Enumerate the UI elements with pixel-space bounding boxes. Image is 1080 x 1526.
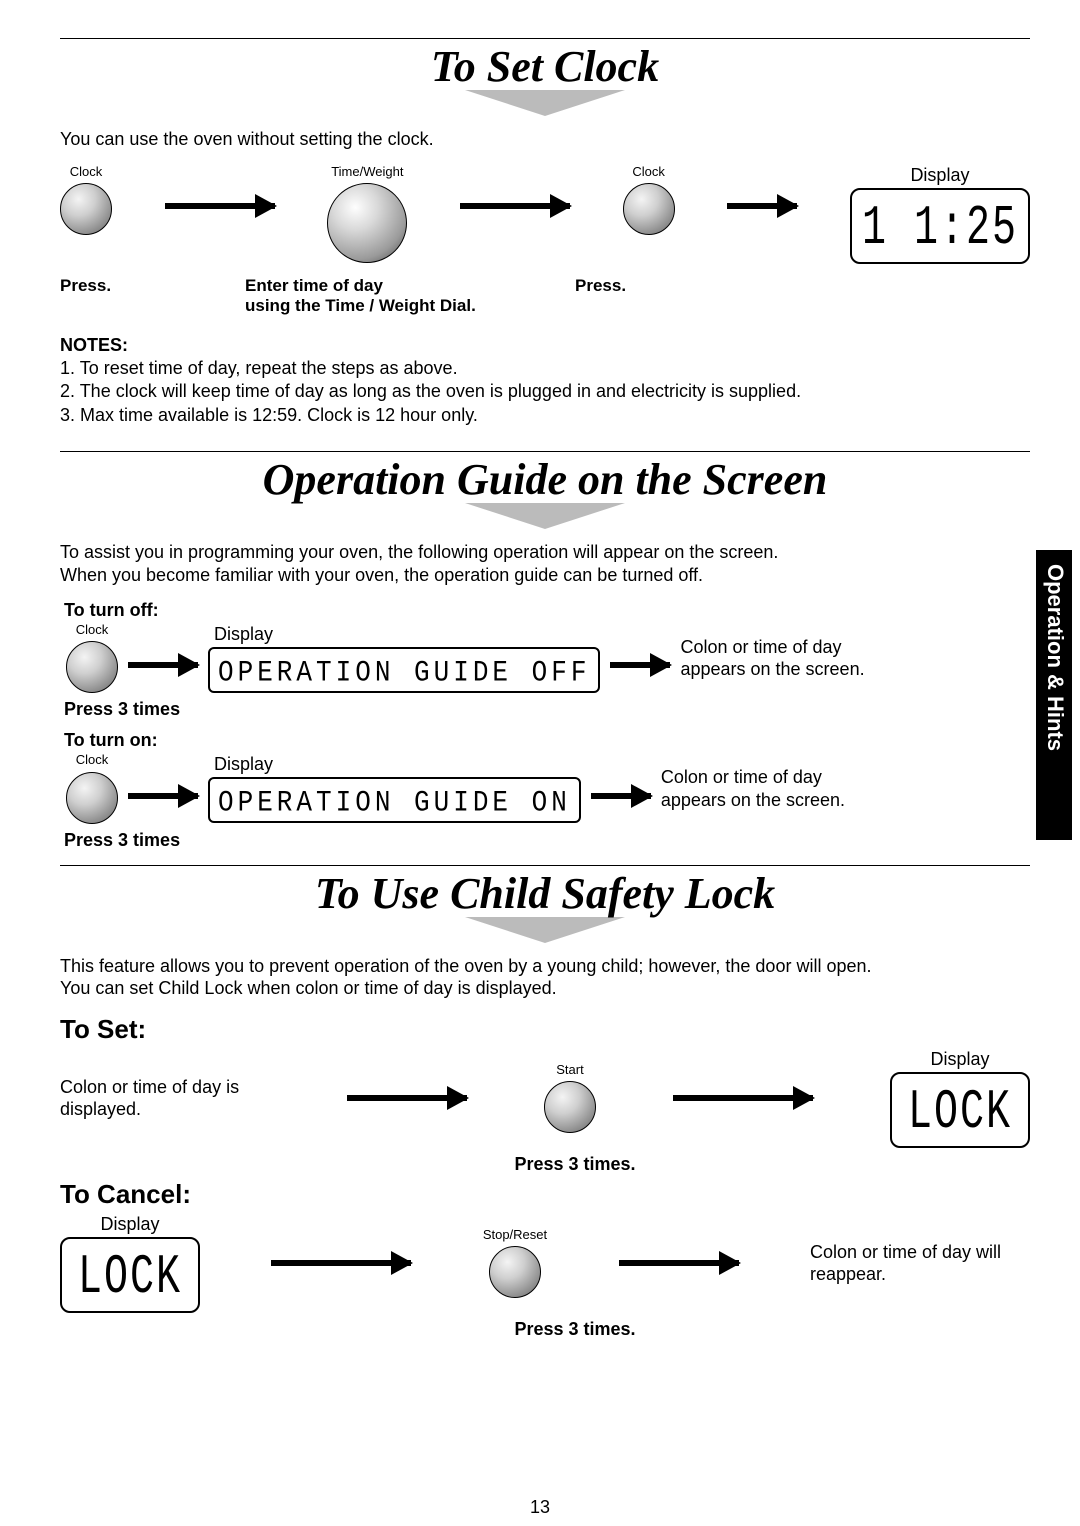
section-header-childlock: To Use Child Safety Lock xyxy=(60,866,1030,943)
chevron-down-icon xyxy=(465,503,625,529)
section-header-clock: To Set Clock xyxy=(60,39,1030,116)
to-set-heading: To Set: xyxy=(60,1014,1030,1045)
note-line: 1. To reset time of day, repeat the step… xyxy=(60,358,458,378)
notes-label: NOTES: xyxy=(60,335,128,355)
opguide-off-caption: Press 3 times xyxy=(64,699,1030,720)
arrow-right-icon xyxy=(673,1095,813,1101)
childlock-cancel-display-block: Display LOCK xyxy=(60,1214,200,1313)
button-label: Clock xyxy=(70,165,103,179)
button-label: Clock xyxy=(76,753,109,767)
display-label: Display xyxy=(100,1214,159,1235)
start-button[interactable] xyxy=(544,1081,596,1133)
display-value: LOCK xyxy=(78,1247,182,1310)
display-box: LOCK xyxy=(60,1237,200,1313)
clock-button[interactable] xyxy=(66,772,118,824)
step2-caption: Enter time of day using the Time / Weigh… xyxy=(245,276,575,316)
arrow-right-icon xyxy=(165,203,275,209)
arrow-right-icon xyxy=(619,1260,739,1266)
section-header-opguide: Operation Guide on the Screen xyxy=(60,452,1030,529)
step1-caption: Press. xyxy=(60,276,245,316)
arrow-right-icon xyxy=(727,203,797,209)
button-label: Time/Weight xyxy=(331,165,403,179)
display-box: OPERATION GUIDE ON xyxy=(208,777,581,823)
childlock-cancel-caption: Press 3 times. xyxy=(120,1319,1030,1340)
display-value: 1 1:25 xyxy=(862,198,1018,261)
button-label: Clock xyxy=(76,623,109,637)
display-label: Display xyxy=(910,165,969,186)
to-cancel-heading: To Cancel: xyxy=(60,1179,1030,1210)
section-tab: Operation & Hints xyxy=(1036,550,1072,840)
note-line: 2. The clock will keep time of day as lo… xyxy=(60,381,801,401)
section-title: Operation Guide on the Screen xyxy=(263,454,828,505)
opguide-on-result: Colon or time of day appears on the scre… xyxy=(661,766,881,811)
display-value: LOCK xyxy=(908,1082,1012,1145)
display-box: LOCK xyxy=(890,1072,1030,1148)
opguide-off-button-block: Clock xyxy=(66,623,118,693)
turn-off-heading: To turn off: xyxy=(64,600,1030,621)
stop-reset-button[interactable] xyxy=(489,1246,541,1298)
display-box: OPERATION GUIDE OFF xyxy=(208,647,600,693)
opguide-off-result: Colon or time of day appears on the scre… xyxy=(680,636,900,681)
chevron-down-icon xyxy=(465,917,625,943)
chevron-down-icon xyxy=(465,90,625,116)
arrow-right-icon xyxy=(271,1260,411,1266)
section-title: To Set Clock xyxy=(431,41,659,92)
childlock-set-button-block: Start xyxy=(544,1063,596,1133)
page-number: 13 xyxy=(0,1497,1080,1518)
arrow-right-icon xyxy=(591,793,651,799)
opguide-on-caption: Press 3 times xyxy=(64,830,1030,851)
display-value: OPERATION GUIDE ON xyxy=(218,785,571,820)
button-label: Stop/Reset xyxy=(483,1228,547,1242)
arrow-right-icon xyxy=(128,793,198,799)
clock-button[interactable] xyxy=(623,183,675,235)
time-weight-dial[interactable] xyxy=(327,183,407,263)
childlock-intro-text: This feature allows you to prevent opera… xyxy=(60,955,1030,1000)
display-box: 1 1:25 xyxy=(850,188,1030,264)
childlock-set-caption: Press 3 times. xyxy=(120,1154,1030,1175)
clock-notes: NOTES: 1. To reset time of day, repeat t… xyxy=(60,334,1030,428)
arrow-right-icon xyxy=(347,1095,467,1101)
clock-display-block: Display 1 1:25 xyxy=(850,165,1030,264)
turn-on-heading: To turn on: xyxy=(64,730,1030,751)
step3-caption: Press. xyxy=(575,276,626,316)
note-line: 3. Max time available is 12:59. Clock is… xyxy=(60,405,478,425)
opguide-on-display-block: Display OPERATION GUIDE ON xyxy=(208,754,581,823)
childlock-set-display-block: Display LOCK xyxy=(890,1049,1030,1148)
arrow-right-icon xyxy=(610,662,670,668)
button-label: Start xyxy=(556,1063,583,1077)
clock-intro-text: You can use the oven without setting the… xyxy=(60,128,1030,151)
arrow-right-icon xyxy=(460,203,570,209)
display-label: Display xyxy=(930,1049,989,1070)
childlock-set-pretext: Colon or time of day is displayed. xyxy=(60,1076,270,1121)
childlock-cancel-button-block: Stop/Reset xyxy=(483,1228,547,1298)
opguide-intro-text: To assist you in programming your oven, … xyxy=(60,541,1030,586)
button-label: Clock xyxy=(632,165,665,179)
display-label: Display xyxy=(214,624,273,645)
arrow-right-icon xyxy=(128,662,198,668)
display-value: OPERATION GUIDE OFF xyxy=(218,655,590,690)
display-label: Display xyxy=(214,754,273,775)
clock-step3: Clock xyxy=(623,165,675,235)
section-title: To Use Child Safety Lock xyxy=(315,868,775,919)
opguide-on-button-block: Clock xyxy=(66,753,118,823)
childlock-cancel-result: Colon or time of day will reappear. xyxy=(810,1241,1030,1286)
clock-button[interactable] xyxy=(60,183,112,235)
clock-button[interactable] xyxy=(66,641,118,693)
clock-step1: Clock xyxy=(60,165,112,235)
clock-step2: Time/Weight xyxy=(327,165,407,263)
opguide-off-display-block: Display OPERATION GUIDE OFF xyxy=(208,624,600,693)
